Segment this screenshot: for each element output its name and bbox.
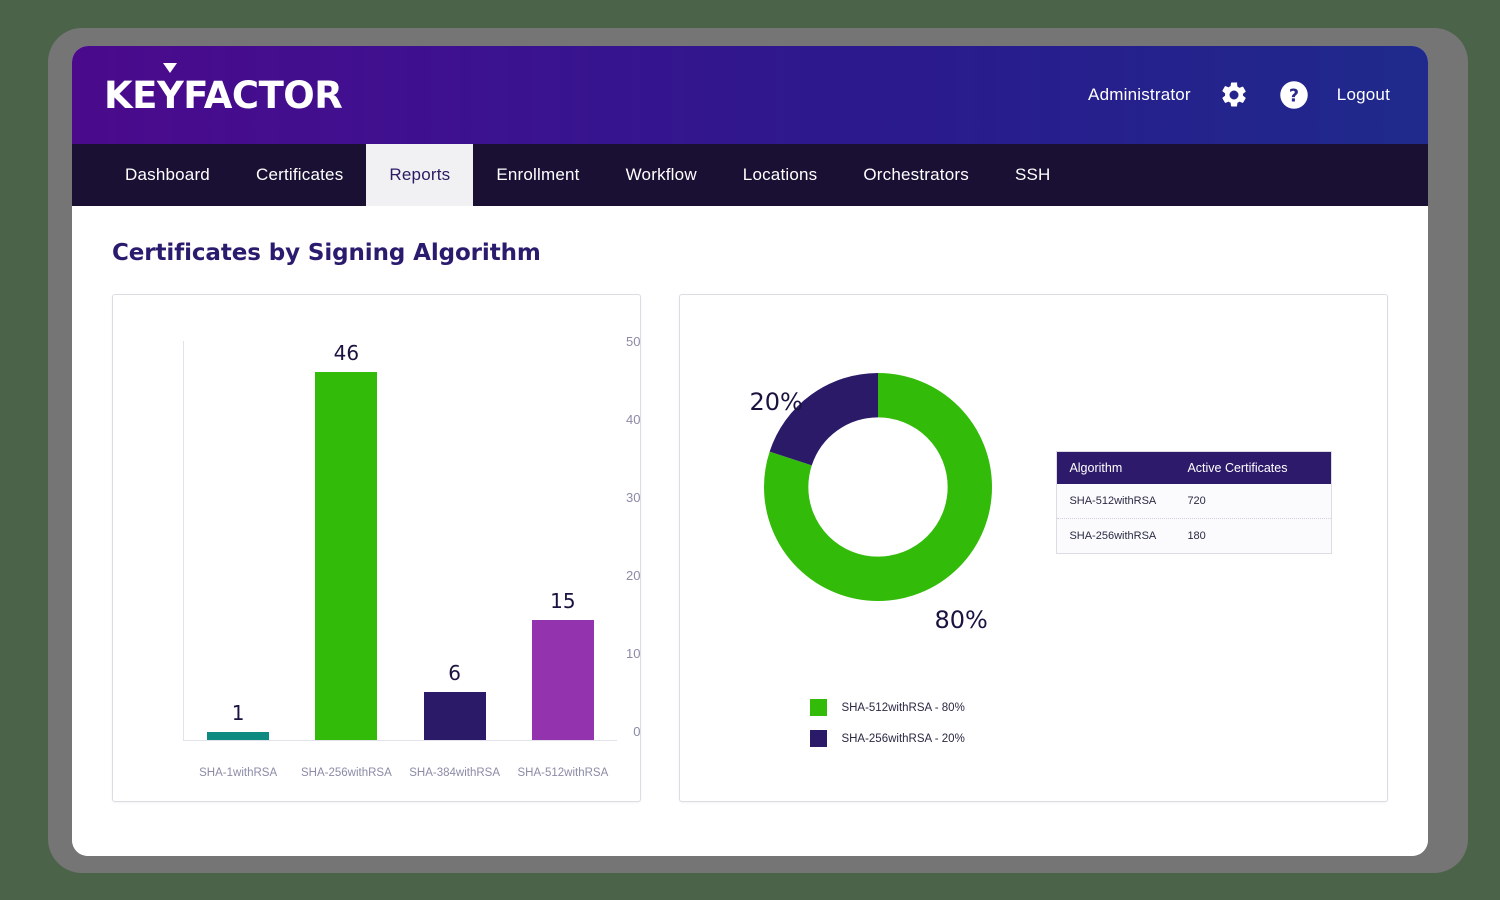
nav-item-orchestrators[interactable]: Orchestrators [840, 144, 992, 206]
header-actions: Administrator ? Logout [1088, 78, 1390, 112]
bar-plot-area: 1 46 6 15 [183, 341, 617, 747]
bar-value-label: 6 [448, 661, 461, 685]
app-header: KEYFACTOR Administrator ? Logout [72, 46, 1428, 144]
bar-value-label: 1 [231, 701, 245, 725]
bar-rect[interactable] [207, 732, 270, 740]
nav-item-dashboard[interactable]: Dashboard [102, 144, 233, 206]
x-tick-label: SHA-1withRSA [199, 767, 278, 779]
legend-swatch-icon [810, 699, 828, 716]
screenshot-stage: KEYFACTOR Administrator ? Logout Dashboa… [0, 0, 1500, 900]
nav-item-enrollment[interactable]: Enrollment [473, 144, 602, 206]
cell-active-certificates: 180 [1187, 530, 1206, 542]
user-label[interactable]: Administrator [1088, 85, 1191, 105]
x-axis-line [183, 740, 617, 741]
x-tick-label: SHA-384withRSA [409, 767, 500, 779]
column-header-algorithm: Algorithm [1069, 461, 1123, 475]
donut-value-label-sha512: 80% [934, 606, 988, 634]
legend-item[interactable]: SHA-512withRSA - 80% [810, 699, 965, 716]
page-content: Certificates by Signing Algorithm 50 40 … [72, 206, 1428, 856]
nav-item-ssh[interactable]: SSH [992, 144, 1074, 206]
x-axis-labels: SHA-1withRSA SHA-256withRSA SHA-384withR… [184, 767, 617, 779]
bar-item[interactable]: 6 [401, 340, 509, 740]
help-circle-icon[interactable]: ? [1277, 78, 1311, 112]
charts-row: 50 40 30 20 10 0 1 46 6 15 SHA-1withRSA … [112, 294, 1388, 802]
nav-item-locations[interactable]: Locations [720, 144, 841, 206]
nav-item-workflow[interactable]: Workflow [603, 144, 720, 206]
table-row[interactable]: SHA-256withRSA 180 [1057, 519, 1331, 553]
logo-y-with-chevron: Y [156, 73, 184, 117]
legend-label: SHA-256withRSA - 20% [841, 732, 965, 745]
page-title: Certificates by Signing Algorithm [112, 240, 541, 266]
cell-algorithm: SHA-256withRSA [1069, 530, 1157, 542]
table-header-row: Algorithm Active Certificates [1057, 452, 1332, 484]
logout-button[interactable]: Logout [1337, 85, 1390, 105]
keyfactor-logo[interactable]: KEYFACTOR [104, 73, 343, 117]
gear-icon[interactable] [1217, 78, 1251, 112]
nav-item-reports[interactable]: Reports [366, 144, 474, 206]
donut-chart: 20% 80% [749, 373, 993, 634]
cell-algorithm: SHA-512withRSA [1069, 495, 1157, 507]
cell-active-certificates: 720 [1187, 495, 1206, 507]
main-navigation: Dashboard Certificates Reports Enrollmen… [72, 144, 1428, 206]
legend-swatch-icon [810, 730, 828, 747]
logo-text-part1: KE [104, 73, 157, 117]
table-row[interactable]: SHA-512withRSA 720 [1057, 484, 1332, 519]
bar-series: 1 46 6 15 [184, 340, 617, 740]
donut-value-label-sha256: 20% [749, 388, 803, 416]
donut-legend: SHA-512withRSA - 80% SHA-256withRSA - 20… [810, 699, 965, 761]
bar-value-label: 46 [333, 341, 360, 365]
bar-item[interactable]: 46 [292, 340, 400, 740]
legend-item[interactable]: SHA-256withRSA - 20% [810, 730, 965, 747]
donut-chart-card: 20% 80% SHA-512withRSA - 80% SHA-256with… [679, 294, 1388, 802]
x-tick-label: SHA-256withRSA [300, 767, 392, 779]
column-header-active-certificates: Active Certificates [1187, 461, 1288, 475]
bar-rect[interactable] [423, 692, 486, 740]
nav-item-certificates[interactable]: Certificates [233, 144, 366, 206]
legend-label: SHA-512withRSA - 80% [841, 701, 965, 714]
bar-item[interactable]: 1 [184, 340, 292, 740]
svg-text:?: ? [1289, 87, 1299, 107]
x-tick-label: SHA-512withRSA [517, 767, 609, 779]
bar-chart-card: 50 40 30 20 10 0 1 46 6 15 SHA-1withRSA … [112, 294, 642, 802]
logo-text-part2: FACTOR [183, 73, 343, 117]
bar-rect[interactable] [531, 620, 594, 740]
bar-value-label: 15 [550, 589, 576, 613]
bar-item[interactable]: 15 [509, 340, 617, 740]
bar-chart: 50 40 30 20 10 0 1 46 6 15 SHA-1withRSA … [113, 295, 640, 801]
application-window: KEYFACTOR Administrator ? Logout Dashboa… [72, 46, 1428, 856]
bar-rect[interactable] [315, 372, 378, 740]
active-certificates-table: Algorithm Active Certificates SHA-512wit… [1056, 451, 1333, 554]
